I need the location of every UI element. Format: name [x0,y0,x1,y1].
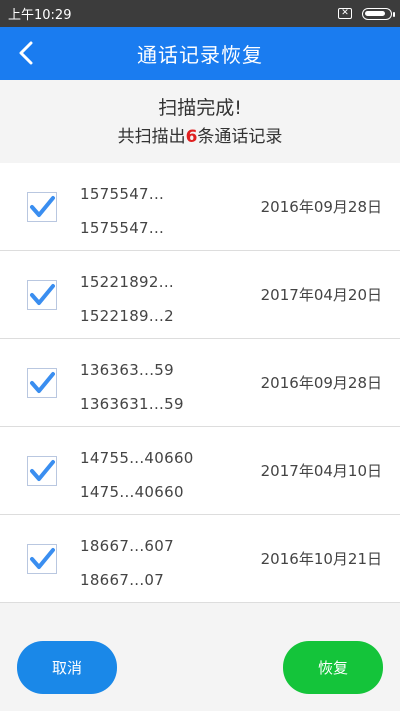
call-record-list: 1575547... 1575547... 2016年09月28日 1522189… [0,163,400,603]
call-record-row[interactable]: 18667...607 18667...07 2016年10月21日 [0,515,400,603]
record-number: 15221892... [80,273,174,291]
cancel-button[interactable]: 取消 [17,641,117,694]
status-time: 上午10:29 [8,8,72,23]
scan-count-text: 共扫描出6条通话记录 [0,122,400,147]
record-number: 1575547... [80,185,165,203]
record-number: 1575547... [80,219,165,237]
record-date: 2016年09月28日 [260,374,382,392]
record-number: 18667...07 [80,571,165,589]
back-button[interactable] [8,35,44,71]
record-date: 2017年04月20日 [260,286,382,304]
page-title: 通话记录恢复 [137,43,263,67]
battery-level-fill [365,10,385,16]
checkmark-icon [30,195,55,217]
restore-button[interactable]: 恢复 [283,641,383,694]
record-date: 2016年09月28日 [260,198,382,216]
checkmark-icon [30,371,55,393]
record-checkbox[interactable] [27,543,57,574]
record-number: 136363...59 [80,361,174,379]
record-numbers: 18667...607 18667...07 [80,535,174,603]
record-number: 1475...40660 [80,483,184,501]
status-icons: ✕ [338,7,395,20]
checkmark-icon [30,283,55,305]
record-numbers: 1575547... 1575547... [80,183,164,251]
chevron-left-icon [19,41,33,65]
checkmark-icon [30,547,55,569]
record-numbers: 14755...40660 1475...40660 [80,447,194,515]
status-bar: 上午10:29 ✕ [0,0,400,27]
record-numbers: 136363...59 1363631...59 [80,359,184,427]
checkmark-icon [30,459,55,481]
sim-x-icon: ✕ [338,8,352,19]
record-date: 2017年04月10日 [260,462,382,480]
record-number: 1522189...2 [80,307,174,325]
record-numbers: 15221892... 1522189...2 [80,271,174,339]
scan-summary: 扫描完成! 共扫描出6条通话记录 [0,80,400,155]
record-number: 14755...40660 [80,449,194,467]
record-checkbox[interactable] [27,455,57,486]
call-record-row[interactable]: 1575547... 1575547... 2016年09月28日 [0,163,400,251]
record-checkbox[interactable] [27,191,57,222]
call-record-row[interactable]: 136363...59 1363631...59 2016年09月28日 [0,339,400,427]
record-number: 18667...607 [80,537,174,555]
bottom-action-bar: 取消 恢复 [0,622,400,711]
record-date: 2016年10月21日 [260,550,382,568]
call-record-row[interactable]: 15221892... 1522189...2 2017年04月20日 [0,251,400,339]
record-checkbox[interactable] [27,279,57,310]
scan-complete-text: 扫描完成! [158,97,242,119]
battery-icon [362,7,395,20]
record-number: 1363631...59 [80,395,184,413]
title-bar: 通话记录恢复 [0,27,400,80]
record-checkbox[interactable] [27,367,57,398]
call-record-row[interactable]: 14755...40660 1475...40660 2017年04月10日 [0,427,400,515]
scan-count: 6 [185,127,198,147]
scan-count-prefix: 共扫描出 [117,127,186,147]
scan-count-suffix: 条通话记录 [197,127,283,147]
